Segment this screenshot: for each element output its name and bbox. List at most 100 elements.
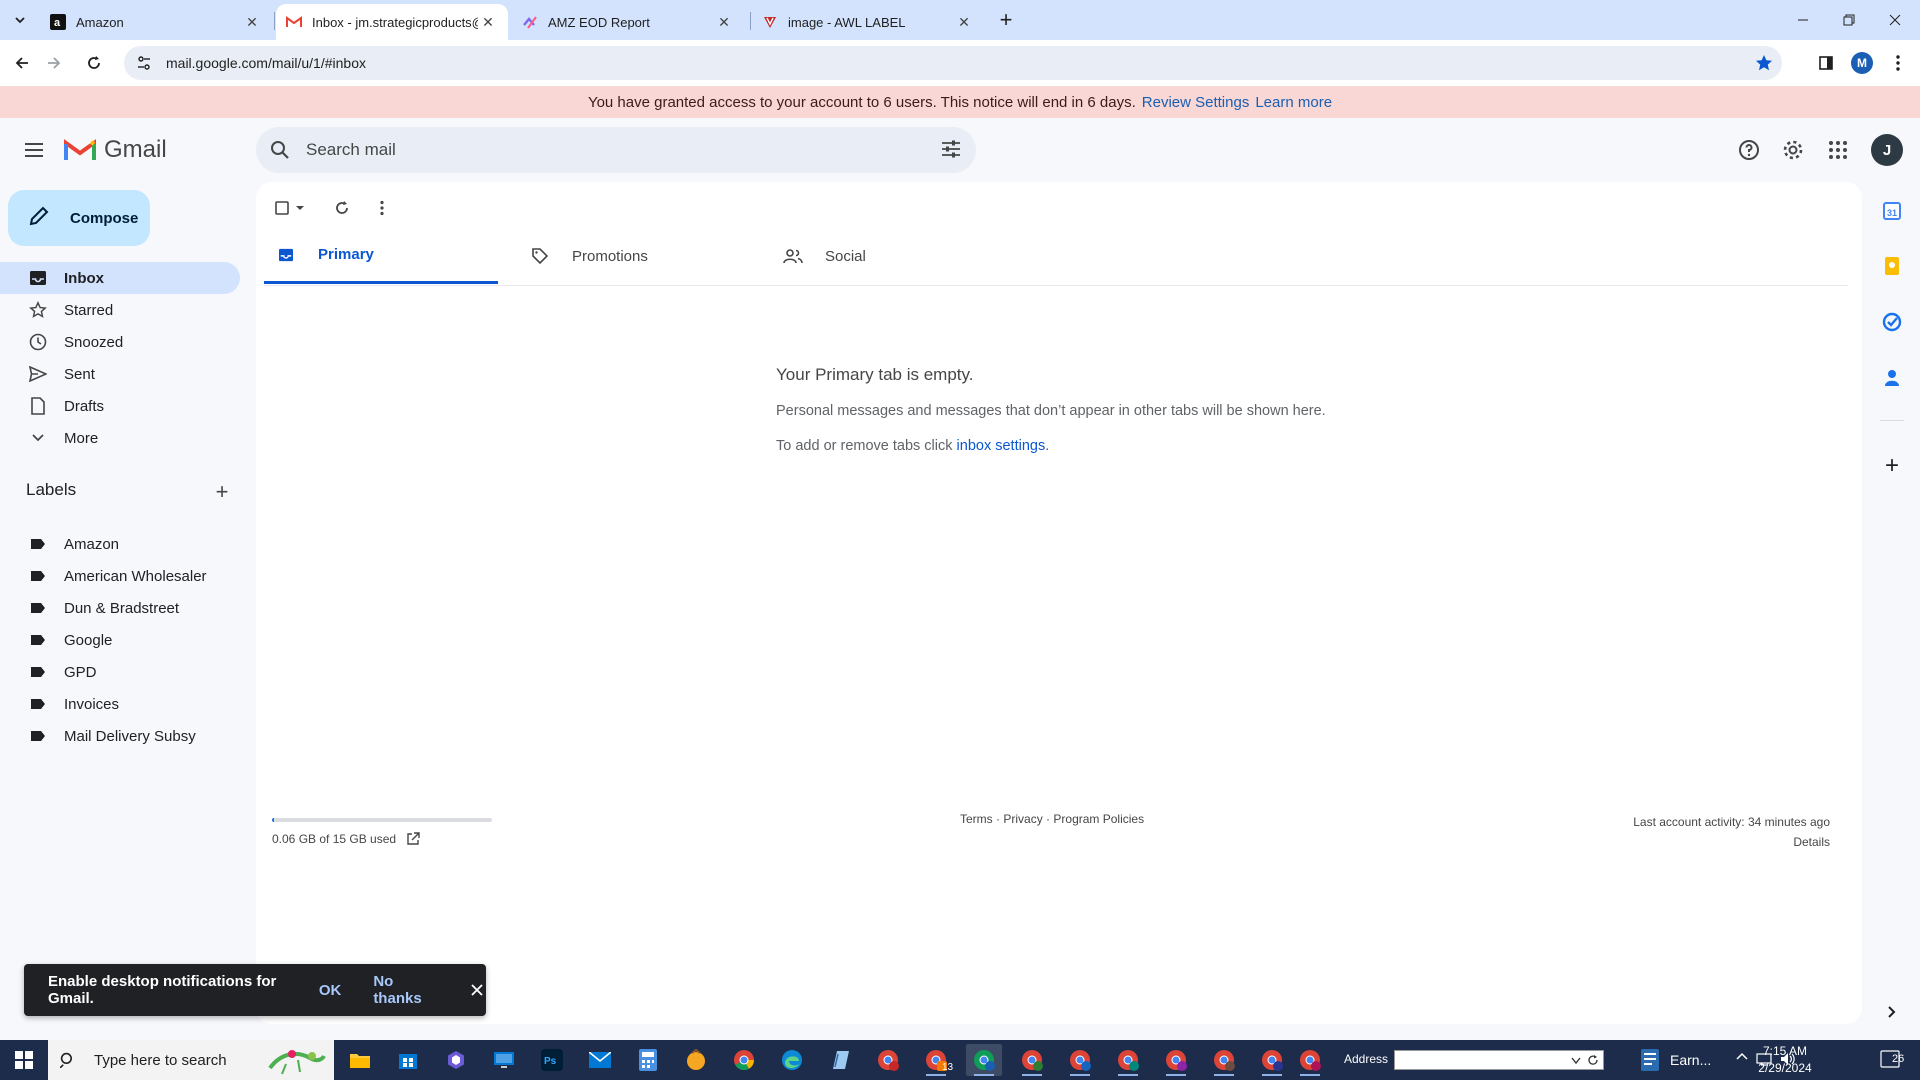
chrome-profile-icon[interactable] bbox=[1206, 1044, 1242, 1076]
tab-primary[interactable]: Primary bbox=[264, 228, 498, 284]
google-apps-icon[interactable] bbox=[1824, 136, 1852, 164]
app-orange-icon[interactable] bbox=[678, 1044, 714, 1076]
browser-menu-icon[interactable] bbox=[1886, 51, 1910, 75]
close-icon[interactable] bbox=[468, 984, 486, 996]
chrome-profile-icon[interactable] bbox=[1254, 1044, 1290, 1076]
contacts-icon[interactable] bbox=[1880, 366, 1904, 390]
system-clock[interactable]: 7:15 AM 2/29/2024 bbox=[1740, 1043, 1830, 1077]
select-all-checkbox[interactable] bbox=[270, 194, 310, 222]
browser-tab-amazon[interactable]: a Amazon ✕ bbox=[40, 4, 272, 40]
close-tab-icon[interactable]: ✕ bbox=[954, 12, 974, 32]
terms-link[interactable]: Terms bbox=[960, 812, 993, 826]
chrome-profile-icon[interactable]: 13 bbox=[918, 1044, 954, 1076]
windows-start-icon[interactable] bbox=[0, 1040, 48, 1080]
settings-gear-icon[interactable] bbox=[1779, 136, 1807, 164]
learn-more-link[interactable]: Learn more bbox=[1255, 94, 1332, 111]
main-menu-icon[interactable] bbox=[22, 138, 50, 162]
taskbar-search-box[interactable]: Type here to search bbox=[48, 1040, 334, 1080]
close-tab-icon[interactable]: ✕ bbox=[478, 12, 498, 32]
bookmark-star-icon[interactable] bbox=[1754, 53, 1774, 78]
sidebar-item-sent[interactable]: Sent bbox=[0, 358, 240, 390]
tasks-icon[interactable] bbox=[1880, 310, 1904, 334]
hide-side-panel-chevron-icon[interactable] bbox=[1880, 1000, 1904, 1024]
minimize-icon[interactable] bbox=[1780, 0, 1826, 40]
snackbar-no-thanks-button[interactable]: No thanks bbox=[373, 973, 438, 1007]
browser-tab-inbox[interactable]: Inbox - jm.strategicproducts@g ✕ bbox=[276, 4, 508, 40]
side-panel-icon[interactable] bbox=[1814, 51, 1838, 75]
sidebar-label-item[interactable]: Amazon bbox=[0, 528, 240, 560]
chrome-profile-icon[interactable] bbox=[870, 1044, 906, 1076]
program-policies-link[interactable]: Program Policies bbox=[1053, 812, 1144, 826]
sidebar-label-item[interactable]: American Wholesaler bbox=[0, 560, 240, 592]
chrome-profile-icon[interactable] bbox=[1110, 1044, 1146, 1076]
refresh-icon[interactable] bbox=[1587, 1054, 1599, 1066]
tab-promotions[interactable]: Promotions bbox=[518, 228, 752, 284]
chrome-profile-icon[interactable] bbox=[1062, 1044, 1098, 1076]
chrome-profile-icon[interactable] bbox=[1158, 1044, 1194, 1076]
mail-icon[interactable] bbox=[582, 1044, 618, 1076]
review-settings-link[interactable]: Review Settings bbox=[1142, 94, 1250, 111]
sidebar-item-inbox[interactable]: Inbox bbox=[0, 262, 240, 294]
sidebar-label-item[interactable]: Dun & Bradstreet bbox=[0, 592, 240, 624]
weather-widget-text[interactable]: Earn... bbox=[1670, 1052, 1711, 1068]
close-window-icon[interactable] bbox=[1872, 0, 1918, 40]
address-bar[interactable]: mail.google.com/mail/u/1/#inbox bbox=[124, 46, 1782, 80]
address-toolbar-input[interactable] bbox=[1394, 1050, 1604, 1070]
site-info-icon[interactable] bbox=[134, 55, 154, 71]
close-tab-icon[interactable]: ✕ bbox=[242, 12, 262, 32]
caret-down-icon[interactable] bbox=[295, 204, 305, 212]
microsoft-store-icon[interactable] bbox=[390, 1044, 426, 1076]
weather-document-icon[interactable] bbox=[1636, 1044, 1664, 1076]
sidebar-item-snoozed[interactable]: Snoozed bbox=[0, 326, 240, 358]
search-icon[interactable] bbox=[270, 140, 294, 160]
chrome-profile-icon[interactable] bbox=[1014, 1044, 1050, 1076]
search-options-icon[interactable] bbox=[940, 138, 962, 165]
profile-avatar[interactable]: M bbox=[1850, 51, 1874, 75]
create-label-plus-icon[interactable]: + bbox=[210, 479, 234, 504]
privacy-link[interactable]: Privacy bbox=[1003, 812, 1042, 826]
sidebar-item-more[interactable]: More bbox=[0, 422, 240, 454]
calendar-icon[interactable]: 31 bbox=[1880, 199, 1904, 223]
inbox-settings-link[interactable]: inbox settings bbox=[957, 438, 1046, 454]
help-icon[interactable] bbox=[1735, 136, 1763, 164]
reload-icon[interactable] bbox=[80, 49, 108, 77]
app-hexagon-icon[interactable] bbox=[438, 1044, 474, 1076]
search-bar[interactable] bbox=[256, 127, 976, 173]
snackbar-ok-button[interactable]: OK bbox=[319, 982, 342, 999]
close-tab-icon[interactable]: ✕ bbox=[714, 12, 734, 32]
file-explorer-icon[interactable] bbox=[342, 1044, 378, 1076]
sidebar-label-item[interactable]: Google bbox=[0, 624, 240, 656]
chrome-profile-icon[interactable] bbox=[1292, 1044, 1328, 1076]
get-addons-plus-icon[interactable]: + bbox=[1880, 452, 1904, 479]
notes-app-icon[interactable] bbox=[822, 1044, 858, 1076]
activity-details-link[interactable]: Details bbox=[1633, 832, 1830, 852]
gmail-logo[interactable]: Gmail bbox=[64, 136, 167, 164]
tab-social[interactable]: Social bbox=[771, 228, 1005, 284]
remote-desktop-icon[interactable] bbox=[486, 1044, 522, 1076]
photoshop-icon[interactable]: Ps bbox=[534, 1044, 570, 1076]
refresh-icon[interactable] bbox=[328, 194, 356, 222]
keep-icon[interactable] bbox=[1880, 254, 1904, 278]
compose-button[interactable]: Compose bbox=[8, 190, 150, 246]
open-in-new-icon[interactable] bbox=[406, 832, 420, 846]
browser-tab-eod-report[interactable]: AMZ EOD Report ✕ bbox=[512, 4, 744, 40]
search-input[interactable] bbox=[306, 140, 886, 160]
notification-center-icon[interactable]: 26 bbox=[1880, 1049, 1910, 1074]
sidebar-label-item[interactable]: GPD bbox=[0, 656, 240, 688]
sidebar-item-drafts[interactable]: Drafts bbox=[0, 390, 240, 422]
calculator-icon[interactable] bbox=[630, 1044, 666, 1076]
sidebar-label-item[interactable]: Mail Delivery Subsy bbox=[0, 720, 240, 752]
browser-tab-awl-label[interactable]: image - AWL LABEL ✕ bbox=[752, 4, 984, 40]
restore-icon[interactable] bbox=[1826, 0, 1872, 40]
account-avatar[interactable]: J bbox=[1871, 134, 1903, 166]
tab-search-chevron-icon[interactable] bbox=[8, 8, 32, 32]
sidebar-item-starred[interactable]: Starred bbox=[0, 294, 240, 326]
forward-arrow-icon[interactable] bbox=[40, 49, 68, 77]
sidebar-label-item[interactable]: Invoices bbox=[0, 688, 240, 720]
more-options-icon[interactable] bbox=[368, 194, 396, 222]
edge-icon[interactable] bbox=[774, 1044, 810, 1076]
chrome-icon[interactable] bbox=[726, 1044, 762, 1076]
chevron-down-icon[interactable] bbox=[1571, 1057, 1581, 1065]
back-arrow-icon[interactable] bbox=[8, 49, 36, 77]
new-tab-plus-icon[interactable]: + bbox=[994, 7, 1018, 32]
